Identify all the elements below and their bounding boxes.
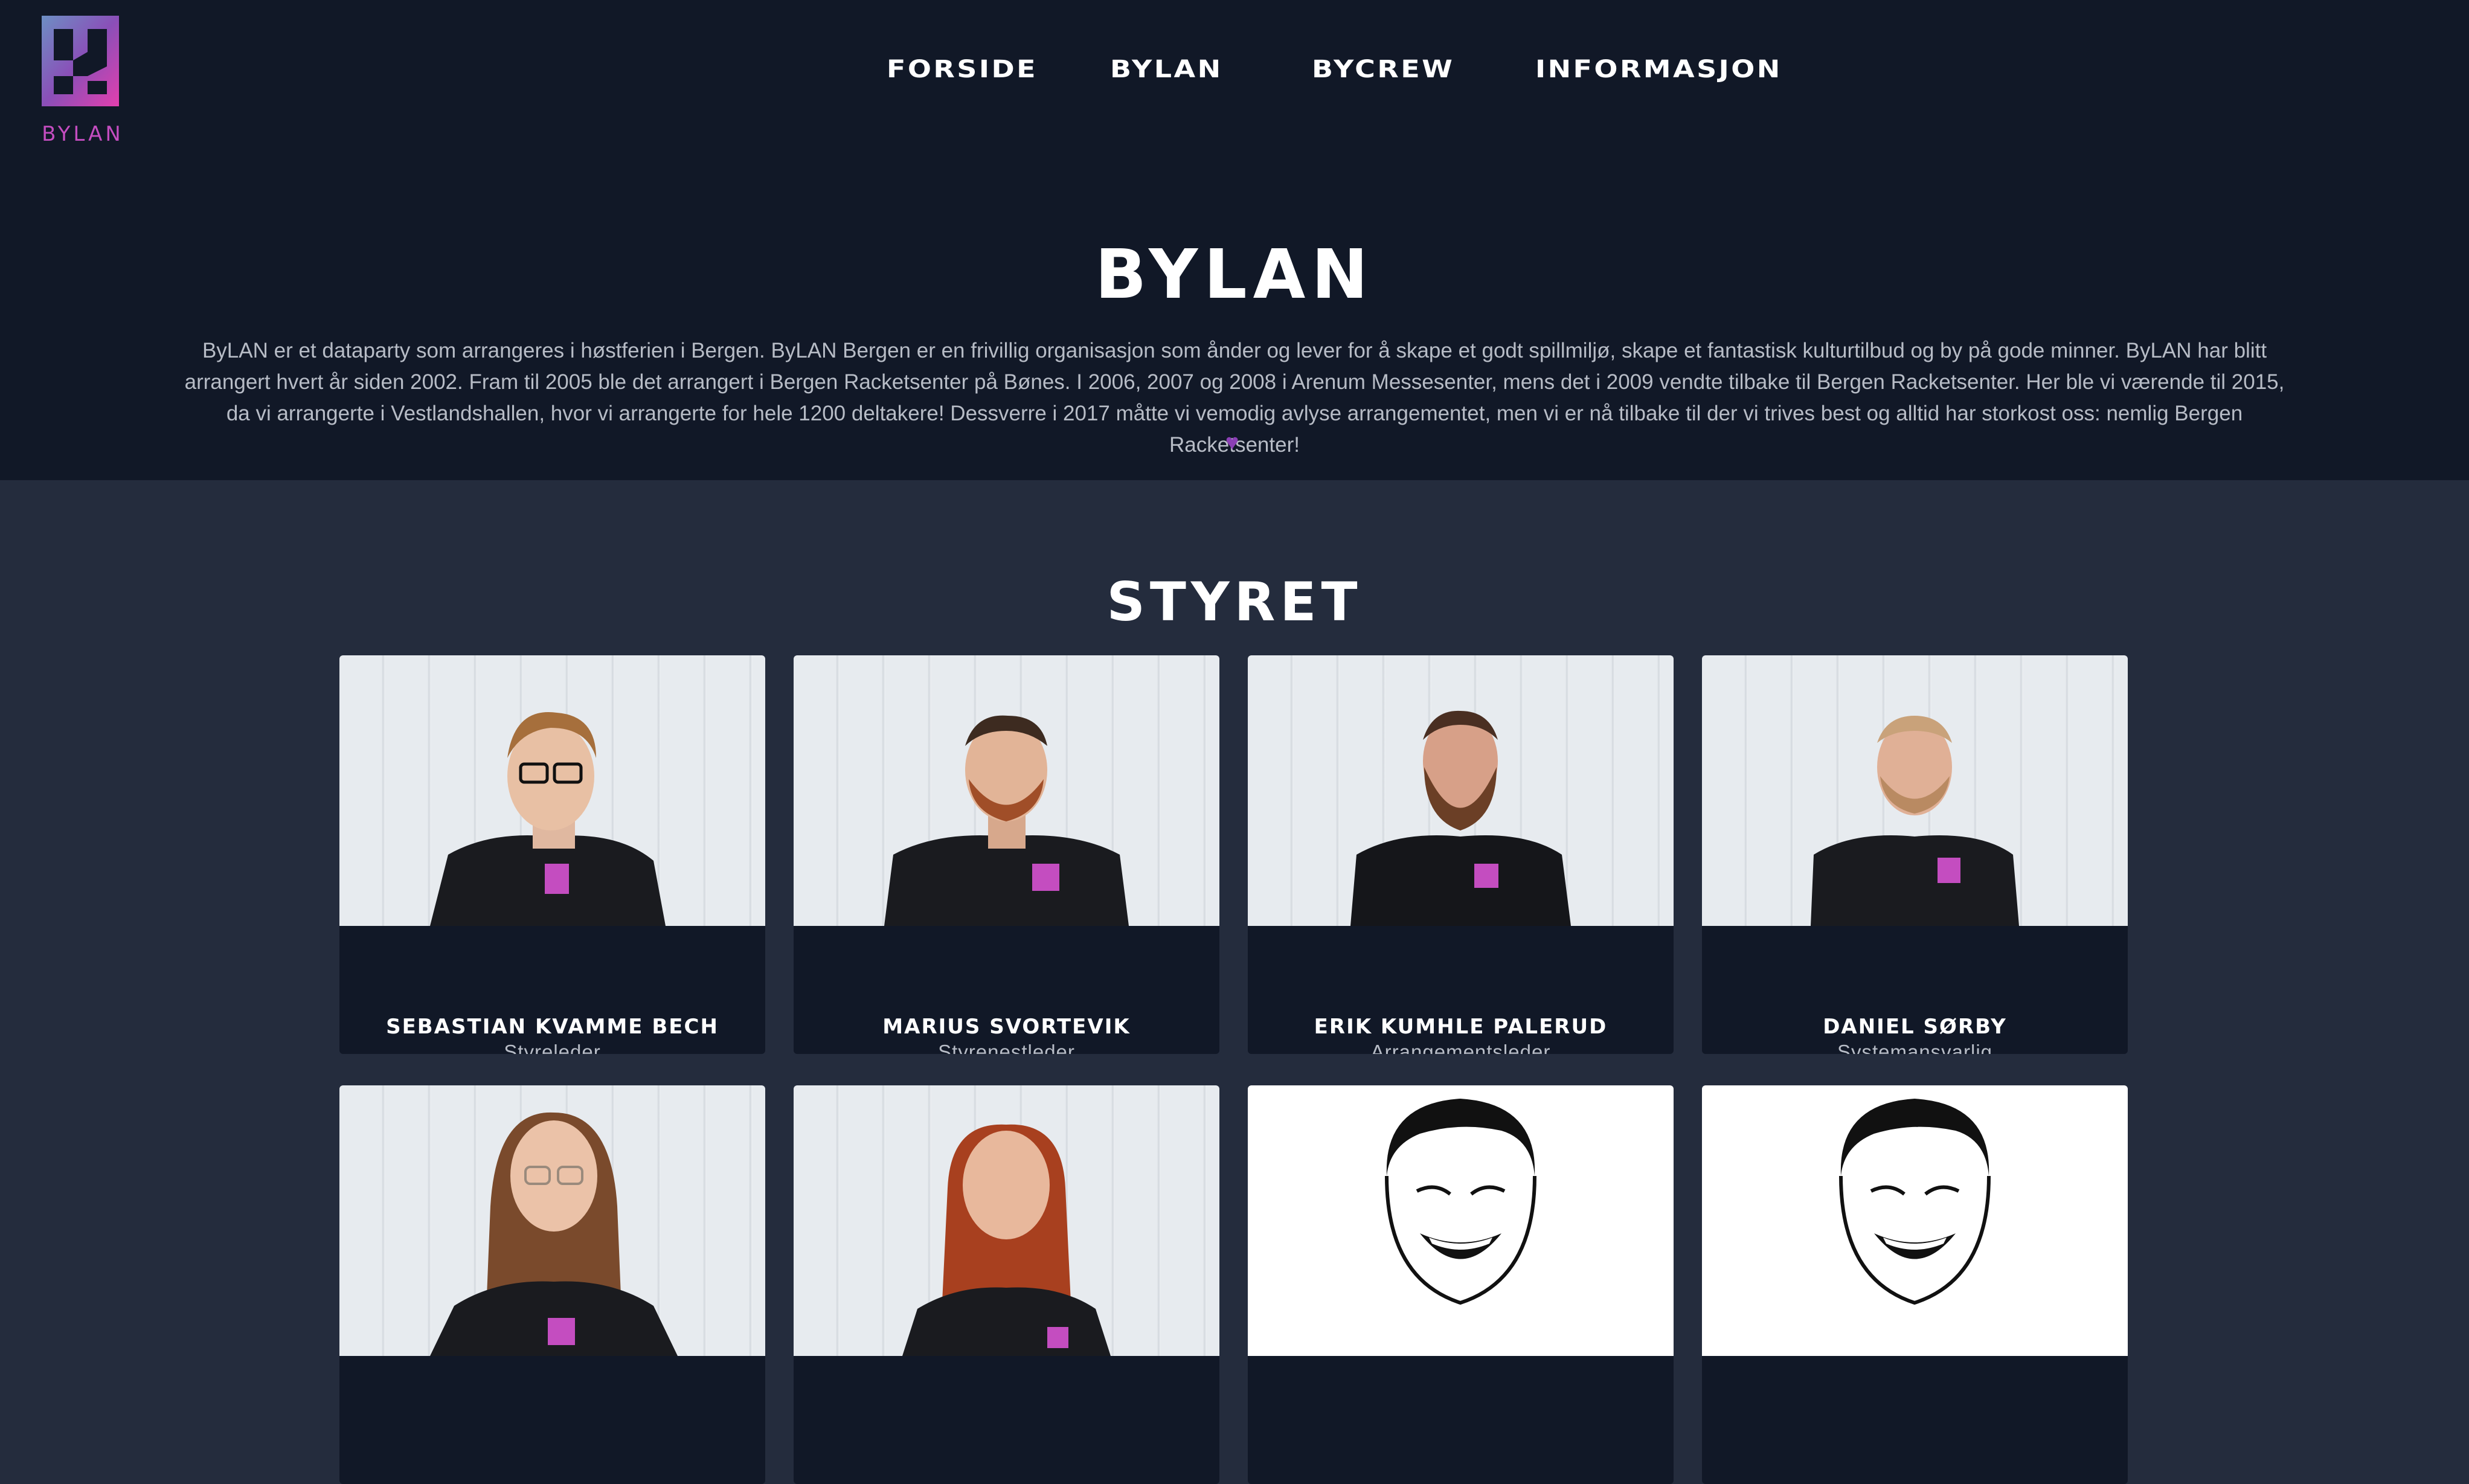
member-photo	[1702, 655, 2128, 926]
member-role: Styreleder	[504, 1041, 601, 1054]
member-name: MARIUS SVORTEVIK	[882, 1015, 1131, 1039]
nav-bylan[interactable]: BYLAN	[1110, 56, 1223, 83]
nav-bycrew[interactable]: BYCREW	[1312, 56, 1454, 83]
member-photo	[339, 655, 765, 926]
member-name: ERIK KUMHLE PALERUD	[1314, 1015, 1608, 1039]
member-photo	[794, 1085, 1219, 1356]
member-photo	[1248, 1085, 1674, 1356]
member-card[interactable]	[339, 1085, 765, 1484]
nav-forside[interactable]: FORSIDE	[887, 56, 1038, 83]
member-card[interactable]	[794, 1085, 1219, 1484]
member-role: Arrangementsleder	[1370, 1041, 1551, 1054]
hero-title: BYLAN	[1094, 236, 1375, 314]
member-card[interactable]: MARIUS SVORTEVIK Styrenestleder	[794, 655, 1219, 1054]
member-card[interactable]: SEBASTIAN KVAMME BECH Styreleder	[339, 655, 765, 1054]
member-card[interactable]: ERIK KUMHLE PALERUD Arrangementsleder	[1248, 655, 1674, 1054]
main-nav: FORSIDE BYLAN BYCREW INFORMASJON	[0, 56, 2469, 92]
member-card[interactable]	[1248, 1085, 1674, 1484]
member-photo	[794, 655, 1219, 926]
member-card[interactable]	[1702, 1085, 2128, 1484]
member-role: Systemansvarlig	[1837, 1041, 1993, 1054]
heart-icon: ♥	[1225, 430, 1239, 455]
member-photo	[339, 1085, 765, 1356]
member-photo	[1702, 1085, 2128, 1356]
nav-informasjon[interactable]: INFORMASJON	[1535, 56, 1782, 83]
logo-text: BYLAN	[42, 122, 124, 146]
styret-title: STYRET	[1106, 571, 1363, 633]
header: BYLAN FORSIDE BYLAN BYCREW INFORMASJON B…	[0, 0, 2469, 480]
member-name: SEBASTIAN KVAMME BECH	[386, 1015, 719, 1039]
member-card[interactable]: DANIEL SØRBY Systemansvarlig	[1702, 655, 2128, 1054]
member-photo	[1248, 655, 1674, 926]
member-name: DANIEL SØRBY	[1823, 1015, 2007, 1039]
member-role: Styrenestleder	[938, 1041, 1075, 1054]
